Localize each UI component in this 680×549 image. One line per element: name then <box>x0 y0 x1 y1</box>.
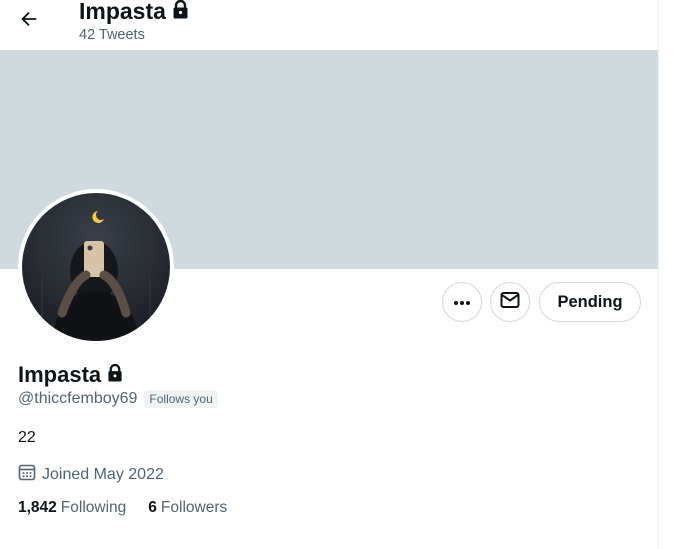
handle-row: @thiccfemboy69 Follows you <box>18 389 218 409</box>
following-label: Following <box>60 499 127 516</box>
joined-date-row: Joined May 2022 <box>18 463 164 487</box>
profile-handle: @thiccfemboy69 <box>18 390 138 407</box>
header-name: Impasta <box>79 0 166 24</box>
follow-stats: 1,842 Following 6 Followers <box>18 498 227 518</box>
followers-label: Followers <box>160 499 228 516</box>
pending-button[interactable]: Pending <box>539 282 641 322</box>
following-count: 1,842 <box>18 499 57 516</box>
tweet-count: 42 Tweets <box>79 27 145 43</box>
profile-column: Impasta 42 Tweets Pending Impasta @thicc… <box>0 0 659 549</box>
profile-name: Impasta <box>18 362 102 387</box>
envelope-icon <box>500 291 520 314</box>
follows-you-badge: Follows you <box>144 390 218 408</box>
profile-bio: 22 <box>18 429 36 446</box>
followers-count: 6 <box>148 499 157 516</box>
back-button[interactable] <box>12 4 46 38</box>
profile-header: Impasta 42 Tweets <box>0 0 658 50</box>
more-button[interactable] <box>442 282 482 322</box>
more-dots-icon <box>453 293 471 311</box>
joined-date: Joined May 2022 <box>42 466 164 483</box>
following-link[interactable]: 1,842 Following <box>18 498 126 518</box>
message-button[interactable] <box>490 282 530 322</box>
followers-link[interactable]: 6 Followers <box>148 498 227 518</box>
lock-icon <box>172 0 189 26</box>
calendar-icon <box>18 463 36 487</box>
header-title: Impasta <box>79 0 189 26</box>
arrow-left-icon <box>18 8 40 35</box>
lock-icon <box>107 360 123 390</box>
profile-name-row: Impasta <box>18 360 123 390</box>
avatar[interactable] <box>18 189 174 345</box>
